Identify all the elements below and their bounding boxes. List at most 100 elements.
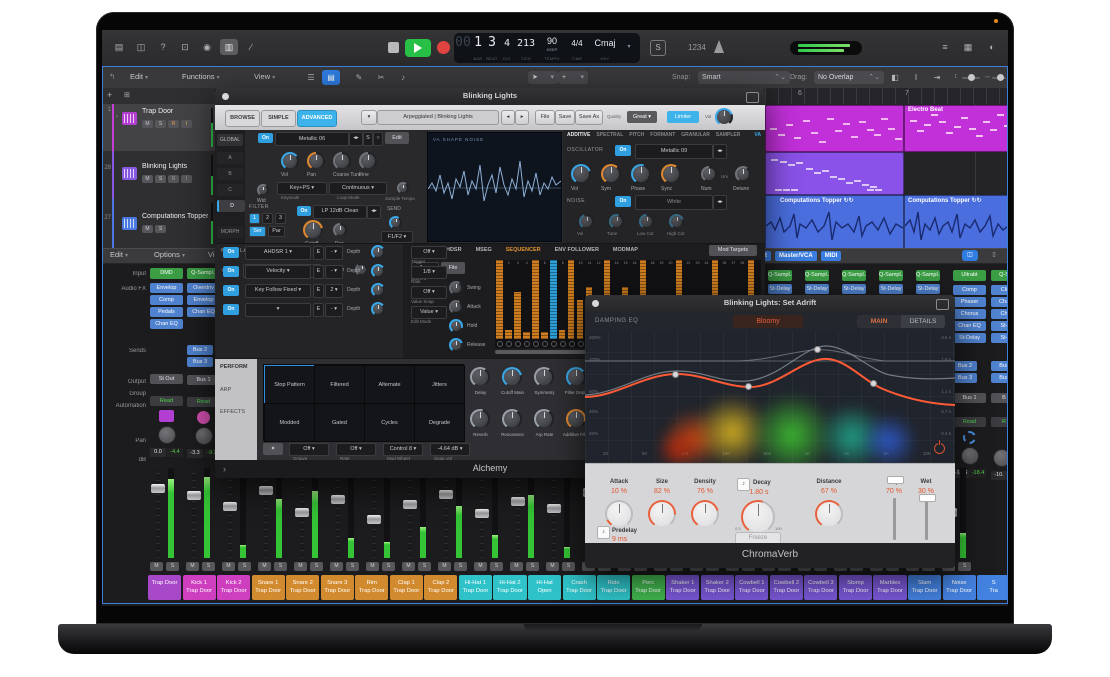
filter-1-button[interactable]: 1	[249, 213, 260, 224]
audio-region-computations-topper[interactable]: Computations Topper ↻↻	[765, 195, 904, 249]
fader-cap[interactable]	[403, 500, 417, 509]
filter-arrows[interactable]: ◂▸	[367, 205, 381, 219]
solo-button[interactable]: S	[958, 562, 971, 571]
channel-fader-strip[interactable]: M S	[544, 466, 579, 572]
distance-value[interactable]: 67 %	[809, 488, 849, 495]
solo-button[interactable]: S	[274, 562, 287, 571]
tab-simple[interactable]: SIMPLE	[261, 110, 296, 127]
channel-strip[interactable]: Q-Sampl.. St-Delay	[916, 270, 940, 294]
tab-source-a[interactable]: A	[217, 152, 243, 164]
fx-slot[interactable]: St-Delay	[805, 284, 829, 294]
input-slot[interactable]: Q-Sampl..	[879, 270, 903, 281]
seq-knob[interactable]	[449, 338, 463, 352]
channel-name-label[interactable]: RimTrap Door	[355, 575, 388, 600]
keyscale-dropdown[interactable]: Key+PS ▾	[277, 182, 327, 195]
engine-tab[interactable]: GRANULAR	[681, 132, 710, 138]
preset-name-field[interactable]: Arpeggiated | Blinking Lights	[377, 110, 499, 125]
noise-type-field[interactable]: White	[635, 195, 713, 210]
seq-knob[interactable]	[449, 300, 463, 314]
perform-knob[interactable]	[502, 367, 522, 387]
serial-button[interactable]: Ser	[249, 226, 266, 237]
filter-route-dropdown[interactable]: F1/F2 ▾	[381, 231, 413, 243]
mixer-menu-options[interactable]: Options ▾	[154, 245, 185, 266]
knob-value[interactable]: 10 %	[599, 488, 639, 495]
perform-knob[interactable]	[502, 409, 522, 429]
fx-slot[interactable]: Chorus	[953, 309, 986, 319]
source-knob[interactable]	[333, 152, 351, 170]
source-knob[interactable]	[359, 152, 377, 170]
fader-track[interactable]	[516, 468, 520, 558]
arrange-grid[interactable]: Electro Beat Computations Topper ↻↻ Comp…	[765, 104, 1008, 248]
back-icon[interactable]: ↰	[109, 67, 115, 87]
fx-slot[interactable]: Chan EQ	[150, 319, 183, 329]
knob-value[interactable]: 82 %	[642, 488, 682, 495]
fx-slot[interactable]: Comp	[150, 295, 183, 305]
chromaverb-plugin-window[interactable]: Blinking Lights: Set Adrift DAMPING EQ B…	[585, 295, 955, 568]
mod-slot-dropdown[interactable]: - ▾	[325, 303, 343, 317]
sequencer-step[interactable]: 2	[505, 261, 513, 347]
knob-value[interactable]: 76 %	[685, 488, 725, 495]
fader-track[interactable]	[408, 468, 412, 558]
fader-track[interactable]	[444, 468, 448, 558]
seq-knob[interactable]	[449, 319, 463, 333]
fx-slot[interactable]: Pedals	[150, 307, 183, 317]
audio-region-computations-topper[interactable]: Computations Topper ↻↻	[904, 195, 1008, 249]
sequencer-step[interactable]: 5	[532, 261, 540, 347]
perform-knob[interactable]	[566, 409, 586, 429]
sequencer-step[interactable]: 7	[550, 261, 558, 347]
mod-on-button[interactable]: On	[223, 247, 239, 258]
send-slot[interactable]: Bus 3	[953, 373, 977, 383]
channel-name-label[interactable]: CrashTrap Door	[563, 575, 596, 600]
mod-source-dropdown[interactable]: AHDSR 1 ▾	[245, 246, 311, 260]
channel-name-label[interactable]: RideTrap Door	[597, 575, 630, 600]
menu-edit[interactable]: Edit ▾	[130, 67, 148, 88]
mixer-menu-edit[interactable]: Edit ▾	[110, 245, 128, 266]
solo-button[interactable]: S	[562, 562, 575, 571]
automation-mode[interactable]: R	[991, 417, 1008, 427]
send-slot[interactable]: Bus	[991, 373, 1008, 383]
reverb-knob[interactable]	[691, 500, 719, 528]
fader-track[interactable]	[264, 468, 268, 558]
sequencer-step[interactable]: 4	[523, 261, 531, 347]
mute-button[interactable]: M	[142, 120, 153, 128]
save-button[interactable]: Save	[555, 110, 575, 125]
room-type-selector[interactable]: Bloomy	[733, 315, 803, 328]
catch-playhead-icon[interactable]: ⇥	[928, 70, 946, 85]
vertical-zoom-slider[interactable]	[962, 77, 980, 79]
seq-knob[interactable]	[449, 281, 463, 295]
fader-cap[interactable]	[511, 497, 525, 506]
list-view-icon[interactable]: ☰	[302, 70, 320, 85]
mute-button[interactable]: M	[258, 562, 271, 571]
predelay-value[interactable]: 9 ms	[612, 536, 627, 543]
tab-advanced[interactable]: ADVANCED	[297, 110, 337, 127]
send-slot[interactable]: Bus 2	[953, 361, 977, 371]
loop-mode-dropdown[interactable]: Continuous ▾	[329, 182, 387, 195]
alchemy-titlebar[interactable]: Blinking Lights	[215, 88, 765, 106]
solo-source-button[interactable]: S	[363, 132, 373, 146]
channel-name-label[interactable]: Cowbell 3Trap Door	[804, 575, 837, 600]
channel-name-label[interactable]: Cowbell 2Trap Door	[770, 575, 803, 600]
record-enable-button[interactable]: R	[168, 175, 179, 183]
save-as-button[interactable]: Save As	[575, 110, 603, 125]
eq-node[interactable]	[814, 346, 821, 353]
snapshot-pad[interactable]: Jitters	[414, 365, 465, 404]
cutoff-knob[interactable]	[303, 220, 323, 240]
solo-button[interactable]: S	[155, 120, 166, 128]
send-slot[interactable]: Bus	[991, 361, 1008, 371]
channel-name-label[interactable]: Snare 2Trap Door	[286, 575, 319, 600]
mute-button[interactable]: M	[510, 562, 523, 571]
quick-help-icon[interactable]: ?	[154, 39, 172, 55]
mute-button[interactable]: M	[142, 175, 153, 183]
snapshot-pad[interactable]: Filtered	[314, 365, 365, 404]
menu-view[interactable]: View ▾	[254, 67, 275, 88]
sequencer-step[interactable]: 9	[568, 261, 576, 347]
fx-slot[interactable]: Cli	[991, 285, 1008, 295]
dual-view-icon[interactable]: ◫	[962, 250, 978, 261]
fader-track[interactable]	[156, 468, 160, 558]
solo-button[interactable]: S	[310, 562, 323, 571]
channel-strip[interactable]: Q-Sampl.. St-Delay	[768, 270, 792, 294]
slider-value[interactable]: 70 %	[879, 488, 909, 495]
channel-name-label[interactable]: MarblesTrap Door	[873, 575, 906, 600]
list-editors-icon[interactable]: ≡	[936, 39, 954, 55]
source-arrows[interactable]: ◂▸	[349, 132, 363, 146]
